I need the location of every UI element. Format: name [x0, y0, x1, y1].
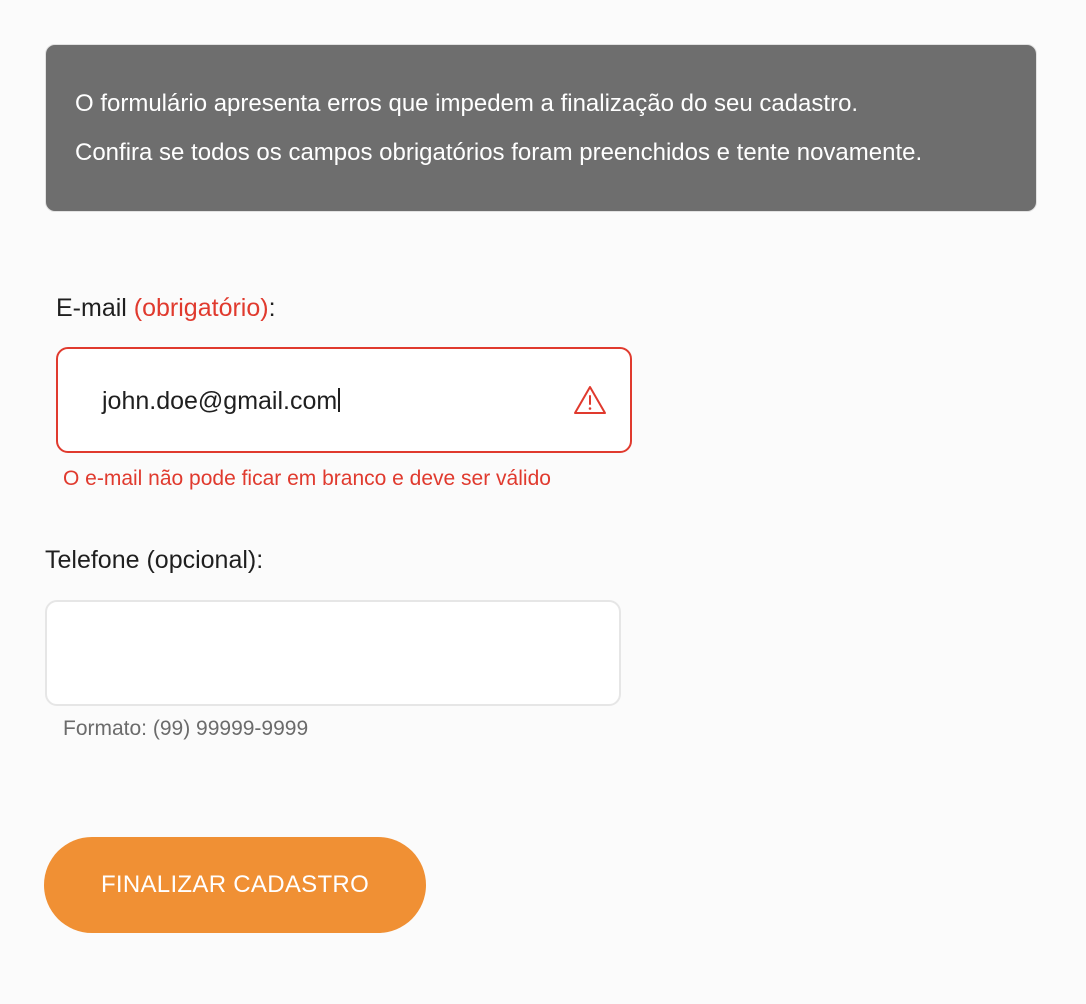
email-label-text: E-mail [56, 294, 134, 322]
banner-message-line-1: O formulário apresenta erros que impedem… [75, 90, 859, 117]
email-label-colon: : [268, 294, 276, 322]
email-value-text: john.doe@gmail.com [102, 387, 338, 415]
phone-format-hint: Formato: (99) 99999-9999 [63, 717, 309, 740]
banner-message-line-2: Confira se todos os campos obrigatórios … [75, 139, 923, 166]
phone-label: Telefone (opcional): [45, 546, 264, 574]
error-summary-banner: O formulário apresenta erros que impedem… [45, 44, 1037, 212]
warning-triangle-icon [574, 386, 606, 414]
text-cursor [338, 388, 341, 412]
submit-button[interactable]: FINALIZAR CADASTRO [44, 837, 426, 933]
email-error-message: O e-mail não pode ficar em branco e deve… [63, 467, 551, 490]
email-label: E-mail (obrigatório): [56, 293, 276, 323]
phone-field[interactable] [45, 600, 621, 706]
email-field[interactable]: john.doe@gmail.com [56, 347, 632, 453]
email-input-value[interactable]: john.doe@gmail.com [102, 386, 341, 416]
required-indicator: (obrigatório) [133, 294, 269, 322]
